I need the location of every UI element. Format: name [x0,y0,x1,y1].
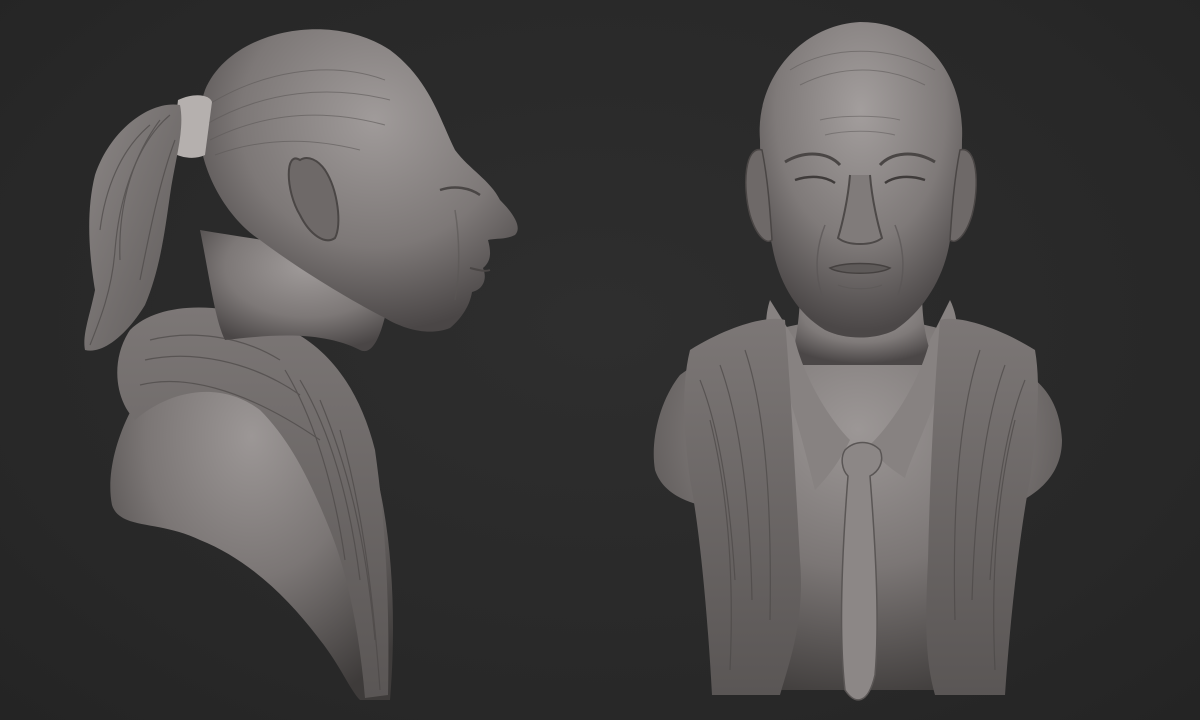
sculpt-viewport [0,0,1200,720]
mouth [828,262,892,274]
front-view-bust [653,22,1062,701]
side-view-bust [84,29,518,700]
fur-vest-right [926,318,1038,695]
fur-vest-left [684,318,801,695]
sculpt-render [84,22,1062,701]
